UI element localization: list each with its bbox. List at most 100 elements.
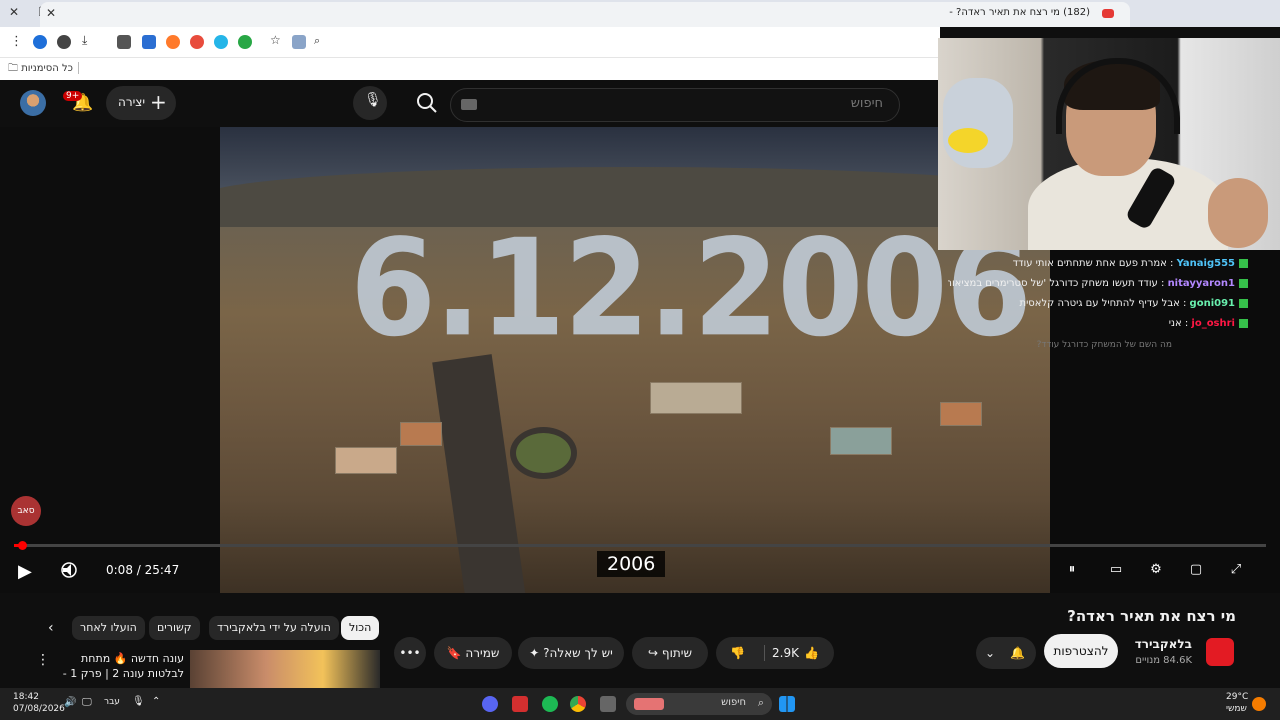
autoplay-toggle-icon[interactable]: ⏸ [1062,562,1082,578]
extensions-icon[interactable] [117,35,131,49]
screenshot-icon[interactable] [142,35,156,49]
subtitles-icon[interactable]: ▭ [1106,562,1126,578]
chrome-icon[interactable] [570,696,586,712]
create-button[interactable]: + יצירה [106,86,176,120]
chat-username: goni091 [1189,298,1235,309]
weather-widget[interactable]: 29°C שמשי [1226,691,1248,715]
bookmark-star-icon[interactable]: ☆ [270,33,281,47]
video-watermark-logo: סאב [11,496,41,526]
discord-icon[interactable] [482,696,498,712]
subscribe-button[interactable]: להצטרפות [1044,634,1118,668]
all-bookmarks-link[interactable]: כל הסימניות 🗀 [8,61,73,78]
weather-sun-icon [1252,697,1266,711]
voice-search-button[interactable]: 🎙 [353,86,387,120]
search-box[interactable] [450,88,900,122]
chat-username: jo_oshri [1191,318,1235,329]
like-dislike-group: 👎 2.9K 👍 [716,637,834,669]
keyboard-icon[interactable] [461,99,477,110]
video-building [400,422,442,446]
chat-message: goni091 : אבל עדיף להתחיל עם גיטרה קלאסי… [948,298,1248,316]
bookmarks-label: כל הסימניות [21,63,73,74]
more-vert-icon[interactable]: ⋮ [36,652,50,668]
chip-uploaded-by[interactable]: הועלה על ידי בלאקבירד [209,616,339,640]
install-app-icon[interactable] [292,35,306,49]
video-title: מי רצח את תאיר ראדה? [1067,607,1236,625]
recommended-thumbnail[interactable] [190,650,380,688]
divider [78,62,79,74]
extension-green-icon[interactable] [238,35,252,49]
zoom-icon[interactable]: ⌕ [314,34,320,48]
reading-list-icon[interactable] [57,35,71,49]
save-button[interactable]: שמירה 🔖 [434,637,512,669]
time-display: 0:08 / 25:47 [106,563,180,577]
spotify-icon[interactable] [542,696,558,712]
more-actions-button[interactable]: ••• [394,637,426,669]
chat-username: Yanaig555 [1176,258,1235,269]
close-window-icon[interactable]: ✕ [4,5,24,19]
bookmark-icon: 🔖 [446,646,462,660]
bell-icon: 🔔 [1010,646,1025,660]
address-bar-row: ⋮ ⤓ ☆ ⌕ [0,27,940,57]
chat-badge-icon [1239,278,1248,288]
search-button[interactable] [410,86,444,120]
theater-mode-icon[interactable]: ▢ [1186,562,1206,578]
browser-tab[interactable]: (182) מי רצח את תאיר ראדה? - ✕ [40,2,1130,27]
extension-orange-icon[interactable] [166,35,180,49]
language-indicator[interactable]: עבר [104,697,120,707]
video-building [335,447,397,474]
weather-condition: שמשי [1226,704,1247,714]
volume-tray-icon[interactable]: 🔊 [64,697,76,708]
like-icon[interactable]: 👍 [804,637,819,669]
tab-title: (182) מי רצח את תאיר ראדה? - [949,7,1090,18]
chat-text: אני [1168,318,1182,329]
close-tab-icon[interactable]: ✕ [46,6,56,20]
chip-related[interactable]: קשורים [149,616,200,640]
microphone-icon: 🎙 [364,92,382,108]
like-count: 2.9K [772,646,799,660]
taskbar-search[interactable]: חיפוש ⌕ [626,693,772,715]
streamer-webcam [938,38,1280,250]
extension-red-icon[interactable] [190,35,204,49]
network-icon[interactable]: 🖵 [82,697,92,708]
mic-tray-icon[interactable]: 🎙 [132,696,145,707]
channel-avatar[interactable] [1206,638,1234,666]
video-road [432,354,528,593]
volume-icon[interactable] [60,561,78,579]
video-building [940,402,982,426]
translate-icon[interactable] [214,35,228,49]
video-building [650,382,742,414]
play-icon[interactable]: ▶ [18,561,32,582]
youtube-favicon-icon [1102,9,1114,18]
search-input[interactable] [491,95,885,112]
windows-start-icon[interactable] [779,696,795,712]
dislike-icon[interactable]: 👎 [730,637,745,669]
share-button[interactable]: שיתוף ↪ [632,637,708,669]
settings-gear-icon[interactable]: ⚙ [1146,562,1166,578]
share-icon: ↪ [648,646,659,660]
channel-name[interactable]: בלאקבירד [1135,637,1192,651]
chips-scroll-left-icon[interactable]: ‹ [48,620,54,636]
video-frame[interactable]: 6.12.2006 2006 [220,127,1050,593]
youtube-header: 🔔 9+ + יצירה 🎙 [0,80,940,126]
chip-all[interactable]: הכול [341,616,380,640]
download-icon[interactable]: ⤓ [82,33,87,48]
chat-text: מה השם של המשחק כדורגל עודד? [1036,340,1172,350]
menu-dots-icon[interactable]: ⋮ [10,34,23,49]
progress-bar[interactable] [14,541,1266,550]
profile-icon[interactable] [33,35,47,49]
chat-badge-icon [1239,318,1248,328]
search-icon [417,93,437,113]
ask-button[interactable]: יש לך שאלה? ✦ [518,637,624,669]
app-red-icon[interactable] [512,696,528,712]
webcam-plush-toy [943,78,1013,168]
clock-date: 07/08/2026 [13,704,65,714]
chip-recent[interactable]: הועלו לאחר [72,616,145,640]
task-view-icon[interactable] [600,696,616,712]
avatar[interactable] [20,90,46,116]
fullscreen-icon[interactable]: ⤢ [1226,562,1246,578]
taskbar-clock[interactable]: 18:42 07/08/2026 [13,691,65,715]
notification-prefs-button[interactable]: ⌄ 🔔 [976,637,1036,669]
show-hidden-icons-icon[interactable]: ⌃ [152,696,160,707]
search-icon: ⌕ [757,696,764,709]
webcam-person-hand [1208,178,1268,248]
